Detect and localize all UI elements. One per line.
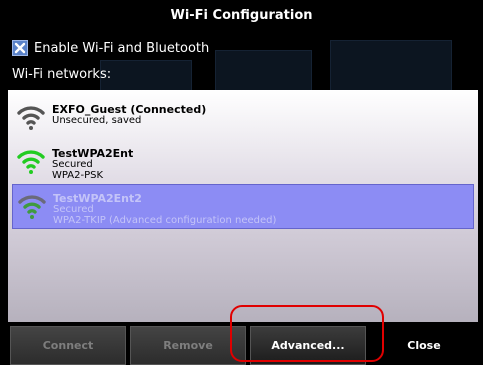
network-item-exfo-guest[interactable]: EXFO_Guest (Connected) Unsecured, saved [12,96,474,141]
network-item-testwpa2ent[interactable]: TestWPA2Ent Secured WPA2-PSK [12,140,474,185]
connect-button[interactable]: Connect [10,326,126,365]
close-button[interactable]: Close [370,326,478,365]
network-status: Unsecured, saved [52,115,142,126]
network-security: WPA2-PSK [52,170,104,181]
network-status: Secured [52,159,93,170]
wifi-signal-gray-green-icon [18,195,46,219]
wifi-network-list[interactable]: EXFO_Guest (Connected) Unsecured, saved … [8,90,478,322]
advanced-highlight-ring [230,305,384,362]
dialog-title: Wi-Fi Configuration [170,8,313,23]
enable-wifi-bluetooth-checkbox[interactable] [12,40,28,56]
wifi-configuration-dialog: Wi-Fi Configuration Enable Wi-Fi and Blu… [0,0,483,365]
checkbox-x-icon [14,42,26,54]
network-item-testwpa2ent2[interactable]: TestWPA2Ent2 Secured WPA2-TKIP (Advanced… [12,184,474,229]
wifi-networks-label: Wi-Fi networks: [12,67,112,82]
network-name: EXFO_Guest (Connected) [52,103,207,116]
network-security: WPA2-TKIP (Advanced configuration needed… [53,215,277,226]
network-name: TestWPA2Ent [52,147,134,160]
enable-wifi-bluetooth-label: Enable Wi-Fi and Bluetooth [34,40,210,56]
network-status: Secured [53,204,94,215]
network-name: TestWPA2Ent2 [53,192,142,205]
wifi-signal-green-icon [17,150,45,174]
wifi-signal-gray-icon [17,106,45,130]
remove-button[interactable]: Remove [130,326,246,365]
enable-wifi-bluetooth-row[interactable]: Enable Wi-Fi and Bluetooth [12,40,209,56]
